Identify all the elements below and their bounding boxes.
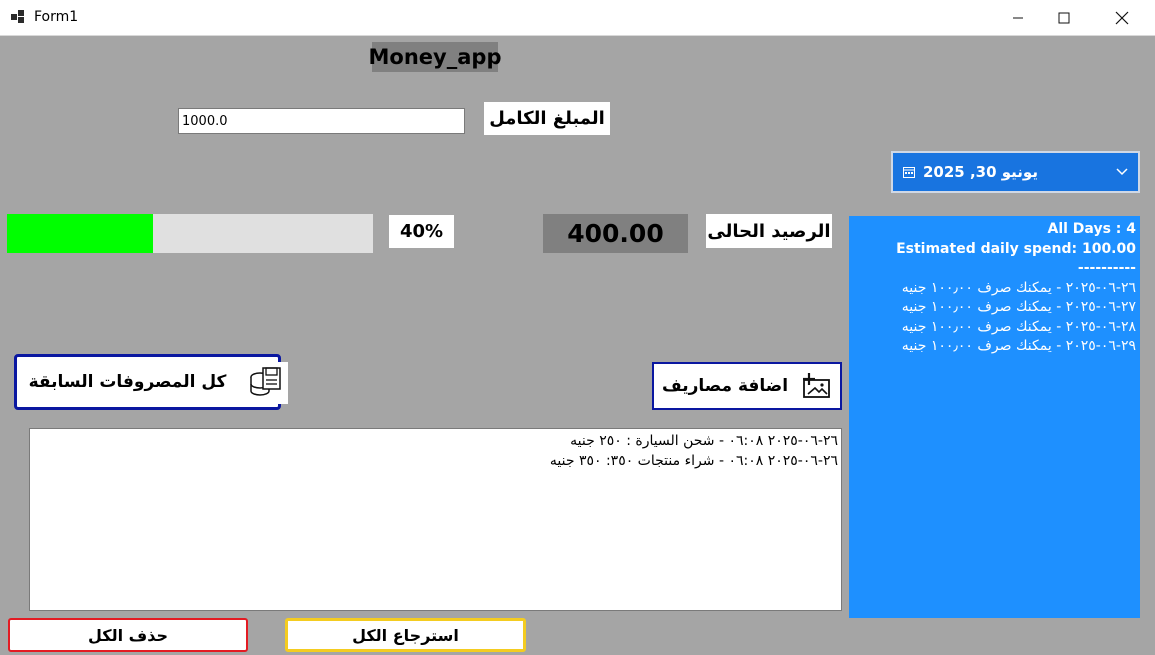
list-item[interactable]: ٢٦-٠٦-٢٠٢٥ ٠٦:٠٨ - شراء منتجات ٣٥٠: ٣٥٠ … [33,451,838,471]
all-days-text: All Days : 4 [1047,221,1137,237]
add-expenses-label: اضافة مصاريف [661,376,789,396]
add-expenses-button[interactable]: اضافة مصاريف [652,362,842,410]
progress-percent: 40% [389,215,454,248]
current-balance-label: الرصيد الحالى [706,214,832,248]
delete-all-button[interactable]: حذف الكل [8,618,248,652]
close-icon [1115,11,1129,25]
minimize-icon [1013,17,1023,19]
close-button[interactable] [1099,0,1145,36]
daily-plan-panel: All Days : 4 Estimated daily spend: 100.… [849,216,1140,618]
total-amount-label: المبلغ الكامل [484,102,610,135]
day-item: ٢٨-٠٦-٢٠٢٥ - يمكنك صرف ١٠٠٫٠٠ جنيه [901,318,1136,335]
estimated-spend-text: Estimated daily spend: 100.00 [896,240,1136,257]
maximize-icon [1058,12,1070,24]
separator-text: ---------- [1077,260,1136,276]
floppy-stack-icon [243,362,288,404]
day-item: ٢٧-٠٦-٢٠٢٥ - يمكنك صرف ١٠٠٫٠٠ جنيه [901,299,1136,315]
app-icon [11,10,25,24]
day-item: ٢٦-٠٦-٢٠٢٥ - يمكنك صرف ١٠٠٫٠٠ جنيه [901,279,1136,296]
previous-expenses-label: كل المصروفات السابقة [28,372,227,392]
chevron-down-icon [1116,168,1128,176]
window-title: Form1 [34,9,79,25]
minimize-button[interactable] [995,0,1041,36]
expenses-listbox[interactable]: ٢٦-٠٦-٢٠٢٥ ٠٦:٠٨ - شحن السيارة : ٢٥٠ جني… [29,428,842,611]
progress-bar [7,214,373,253]
add-image-icon [803,373,830,398]
day-item: ٢٩-٠٦-٢٠٢٥ - يمكنك صرف ١٠٠٫٠٠ جنيه [901,338,1136,354]
list-item[interactable]: ٢٦-٠٦-٢٠٢٥ ٠٦:٠٨ - شحن السيارة : ٢٥٠ جني… [33,431,838,451]
previous-expenses-button[interactable]: كل المصروفات السابقة [14,354,281,410]
calendar-icon [903,167,915,178]
maximize-button[interactable] [1041,0,1087,36]
date-picker[interactable]: يونيو 30, 2025 [891,151,1140,193]
restore-all-button[interactable]: استرجاع الكل [285,618,526,652]
current-balance-value: 400.00 [543,214,688,253]
date-value: يونيو 30, 2025 [923,163,1038,181]
total-amount-input[interactable] [178,108,465,134]
app-title: Money_app [369,42,501,72]
progress-fill [7,214,154,253]
title-bar: Form1 [0,0,1155,36]
